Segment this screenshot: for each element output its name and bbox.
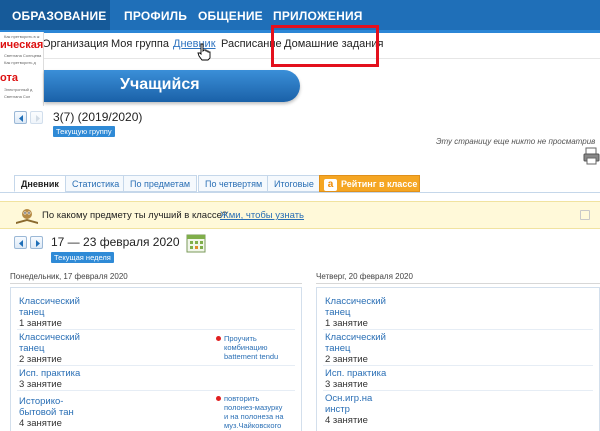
day-header-monday: Понедельник, 17 февраля 2020 — [10, 272, 128, 281]
homework-text: Проучить — [224, 334, 257, 343]
tab-diary[interactable]: Дневник — [14, 175, 66, 192]
lesson-item[interactable]: Исп. практика 3 занятие — [19, 368, 80, 390]
day-divider — [10, 283, 302, 284]
week-range: 17 — 23 февраля 2020 — [51, 235, 180, 249]
lesson-name[interactable]: Осн.игр.на — [325, 393, 372, 404]
hand-cursor-icon — [197, 43, 211, 61]
day-column-thursday: Классический танец 1 занятие Классически… — [316, 287, 600, 431]
tab-rating[interactable]: a Рейтинг в классе — [319, 175, 420, 192]
lesson-name[interactable]: Исп. практика — [19, 368, 80, 379]
tabs-divider — [0, 192, 600, 193]
homework-text: battement tendu — [224, 352, 279, 361]
lesson-number: 1 занятие — [325, 318, 368, 329]
book-owl-icon — [16, 209, 38, 224]
sticker-text: Электронный д — [4, 87, 33, 92]
lesson-number: 4 занятие — [19, 418, 62, 429]
homework-text: повторить — [224, 394, 260, 403]
arrow-left-icon — [19, 115, 23, 122]
lesson-name[interactable]: танец — [19, 307, 80, 318]
lesson-name[interactable]: Исп. практика — [325, 368, 386, 379]
row-divider — [17, 365, 295, 366]
lesson-item[interactable]: Классический танец 2 занятие — [325, 332, 386, 365]
sticker-text: Как претворить д — [4, 60, 36, 65]
nav-profile[interactable]: ПРОФИЛЬ — [124, 0, 187, 33]
lesson-name[interactable]: танец — [325, 343, 386, 354]
homework-note[interactable]: повторить полонез-мазурку и на полонеза … — [216, 394, 284, 430]
next-week-button[interactable] — [30, 236, 43, 249]
row-divider — [17, 329, 295, 330]
tab-statistics[interactable]: Статистика — [65, 175, 127, 192]
sticker-text: Светлана Сол — [4, 94, 31, 99]
rating-logo-icon: a — [324, 179, 337, 191]
role-title: Учащийся — [120, 76, 200, 93]
lesson-item[interactable]: Классический танец 2 занятие — [19, 332, 80, 365]
homework-text: и на полонеза на — [224, 412, 284, 421]
day-divider — [316, 283, 600, 284]
highlight-box — [271, 25, 379, 67]
lesson-number: 4 занятие — [325, 415, 368, 426]
row-divider — [17, 390, 295, 391]
homework-text: комбинацию — [224, 343, 268, 352]
close-notice-icon[interactable] — [580, 210, 590, 220]
lesson-name[interactable]: танец — [19, 343, 80, 354]
subnav-organization[interactable]: Организация — [42, 38, 108, 50]
notice-link[interactable]: Жми, чтобы узнать — [220, 210, 304, 221]
day-column-monday: Классический танец 1 занятие Классически… — [10, 287, 302, 431]
lesson-number: 2 занятие — [19, 354, 62, 365]
arrow-right-icon — [36, 115, 40, 122]
row-divider — [323, 329, 593, 330]
next-group-button[interactable] — [30, 111, 43, 124]
lesson-number: 2 занятие — [325, 354, 368, 365]
sticker-title-2: ота — [0, 72, 18, 84]
tab-by-subject[interactable]: По предметам — [123, 175, 198, 192]
lesson-item[interactable]: Классический танец 1 занятие — [325, 296, 386, 329]
lesson-item[interactable]: Осн.игр.на инстр 4 занятие — [325, 393, 372, 426]
row-divider — [323, 390, 593, 391]
lesson-item[interactable]: Исп. практика 3 занятие — [325, 368, 386, 390]
current-week-chip[interactable]: Текущая неделя — [51, 252, 114, 263]
lesson-name[interactable]: Классический — [325, 296, 386, 307]
homework-dot-icon — [216, 336, 221, 341]
calendar-icon[interactable] — [186, 233, 206, 253]
printer-icon[interactable] — [583, 146, 600, 166]
nav-education[interactable]: ОБРАЗОВАНИЕ — [0, 0, 110, 33]
notice-question: По какому предмету ты лучший в классе? — [42, 210, 228, 221]
nav-communication[interactable]: ОБЩЕНИЕ — [198, 0, 263, 33]
homework-dot-icon — [216, 396, 221, 401]
lesson-name[interactable]: Классический — [325, 332, 386, 343]
lesson-number: 3 занятие — [325, 379, 368, 390]
lesson-number: 1 занятие — [19, 318, 62, 329]
prev-group-button[interactable] — [14, 111, 27, 124]
lesson-name[interactable]: танец — [325, 307, 386, 318]
sticker-title: ическая — [0, 39, 44, 51]
lesson-name[interactable]: инстр — [325, 404, 372, 415]
current-group-chip[interactable]: Текущую группу — [53, 126, 115, 137]
lesson-name[interactable]: бытовой тан — [19, 407, 74, 418]
homework-text: полонез-мазурку — [224, 403, 283, 412]
group-name: 3(7) (2019/2020) — [53, 110, 143, 124]
quiz-notice: По какому предмету ты лучший в классе? Ж… — [0, 201, 600, 229]
tab-by-quarter[interactable]: По четвертям — [198, 175, 270, 192]
arrow-left-icon — [19, 240, 23, 247]
lesson-name[interactable]: Историко- — [19, 396, 74, 407]
prev-week-button[interactable] — [14, 236, 27, 249]
arrow-right-icon — [36, 240, 40, 247]
tab-final[interactable]: Итоговые — [267, 175, 321, 192]
row-divider — [323, 365, 593, 366]
lesson-name[interactable]: Классический — [19, 296, 80, 307]
sticker-text: Светлана Солнцева — [4, 53, 42, 58]
homework-text: муз.Чайковского — [224, 421, 282, 430]
lesson-name[interactable]: Классический — [19, 332, 80, 343]
view-notice: Эту страницу еще никто не просматрив — [436, 137, 596, 146]
role-banner: Учащийся — [44, 70, 300, 102]
lesson-item[interactable]: Историко- бытовой тан 4 занятие — [19, 396, 74, 429]
news-sticker[interactable]: Как претворить в ж Светлана Солнцева Как… — [0, 32, 44, 106]
homework-note[interactable]: Проучить комбинацию battement tendu — [216, 334, 279, 361]
day-header-thursday: Четверг, 20 февраля 2020 — [316, 272, 413, 281]
subnav-my-group[interactable]: Моя группа — [111, 38, 169, 50]
lesson-item[interactable]: Классический танец 1 занятие — [19, 296, 80, 329]
lesson-number: 3 занятие — [19, 379, 62, 390]
tab-rating-label: Рейтинг в классе — [341, 179, 418, 189]
